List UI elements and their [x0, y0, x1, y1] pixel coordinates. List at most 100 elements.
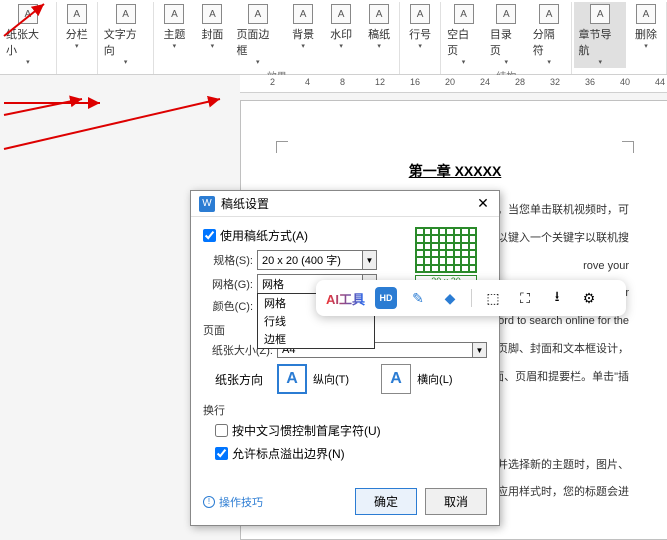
ruler-number: 4 — [305, 77, 310, 87]
ribbon-icon: A — [539, 4, 559, 24]
ruler-number: 36 — [585, 77, 595, 87]
use-gaozhi-label: 使用稿纸方式(A) — [220, 227, 308, 244]
ribbon-封面[interactable]: A封面▾ — [194, 2, 230, 52]
ribbon-label: 空白页 — [447, 26, 480, 58]
chevron-down-icon: ▾ — [462, 58, 466, 66]
ribbon-空白页[interactable]: A空白页▾ — [443, 2, 484, 68]
ribbon-章节导航[interactable]: A章节导航▾ — [574, 2, 626, 68]
ribbon-行号[interactable]: A行号▾ — [402, 2, 438, 52]
chevron-down-icon[interactable]: ▼ — [362, 251, 376, 269]
ribbon-icon: A — [496, 4, 516, 24]
portrait-label: 纵向(T) — [313, 371, 349, 387]
ribbon-icon: A — [369, 4, 389, 24]
ribbon-稿纸[interactable]: A 稿纸▾ — [361, 2, 397, 52]
orientation-portrait[interactable]: A — [277, 364, 307, 394]
chevron-down-icon: ▾ — [547, 58, 551, 66]
ribbon-icon: A — [293, 4, 313, 24]
ribbon-label: 章节导航 — [578, 26, 622, 58]
cancel-button[interactable]: 取消 — [425, 488, 487, 515]
eraser-icon[interactable]: ◆ — [439, 287, 461, 309]
tips-link[interactable]: ! 操作技巧 — [203, 494, 347, 510]
ruler-number: 24 — [480, 77, 490, 87]
ribbon-label: 水印 — [330, 26, 352, 42]
chevron-down-icon: ▾ — [377, 42, 381, 50]
overflow-checkbox[interactable] — [215, 447, 228, 460]
close-button[interactable]: ✕ — [475, 196, 491, 212]
cjk-wrap-label: 按中文习惯控制首尾字符(U) — [232, 422, 381, 439]
ribbon-icon: A — [636, 4, 656, 24]
ribbon-水印[interactable]: A水印▾ — [323, 2, 359, 52]
ruler-number: 32 — [550, 77, 560, 87]
ok-button[interactable]: 确定 — [355, 488, 417, 515]
ribbon-背景[interactable]: A背景▾ — [285, 2, 321, 52]
chevron-down-icon: ▾ — [124, 58, 128, 66]
ribbon-icon: A — [454, 4, 474, 24]
chevron-down-icon: ▾ — [644, 42, 648, 50]
word-app-icon: W — [199, 196, 215, 212]
ruler-number: 8 — [340, 77, 345, 87]
info-icon: ! — [203, 496, 215, 508]
ribbon-label: 稿纸 — [368, 26, 390, 42]
chapter-heading: 第一章 XXXXX — [281, 161, 629, 181]
ribbon-分栏[interactable]: A 分栏▾ — [59, 2, 95, 52]
horizontal-ruler: 248121620242832364044 — [240, 75, 667, 93]
grid-option[interactable]: 边框 — [258, 330, 374, 348]
ribbon-icon: A — [164, 4, 184, 24]
color-label: 颜色(C): — [203, 298, 253, 314]
wrap-section-header: 换行 — [203, 402, 487, 418]
ribbon-icon: A — [202, 4, 222, 24]
ribbon-label: 主题 — [163, 26, 185, 42]
chevron-down-icon: ▾ — [75, 42, 79, 50]
cjk-wrap-checkbox[interactable] — [215, 424, 228, 437]
chevron-down-icon: ▾ — [173, 42, 177, 50]
ruler-number: 2 — [270, 77, 275, 87]
dialog-title: 稿纸设置 — [221, 195, 475, 212]
chevron-down-icon: ▾ — [26, 58, 30, 66]
ribbon-icon: A — [116, 4, 136, 24]
chevron-down-icon: ▾ — [256, 58, 260, 66]
ribbon-页面边框[interactable]: A页面边框▾ — [232, 2, 283, 68]
ribbon-删除[interactable]: A 删除▾ — [628, 2, 664, 52]
hd-icon[interactable]: HD — [375, 287, 397, 309]
ribbon-label: 文字方向 — [104, 26, 148, 58]
use-gaozhi-checkbox[interactable] — [203, 229, 216, 242]
crop-icon[interactable]: ⛶ — [514, 287, 536, 309]
ribbon-分隔符[interactable]: A分隔符▾ — [529, 2, 570, 68]
spec-label: 规格(S): — [203, 252, 253, 268]
ribbon-主题[interactable]: A 主题▾ — [156, 2, 192, 52]
annotation-arrow — [0, 0, 60, 43]
chevron-down-icon: ▾ — [301, 42, 305, 50]
chevron-down-icon: ▾ — [418, 42, 422, 50]
gaozhi-settings-dialog: W 稿纸设置 ✕ 使用稿纸方式(A) 规格(S): 20 x 20 (400 字… — [190, 190, 500, 526]
ribbon-label: 封面 — [201, 26, 223, 42]
ruler-number: 12 — [375, 77, 385, 87]
grid-label: 网格(G): — [203, 276, 253, 292]
ruler-number: 16 — [410, 77, 420, 87]
select-icon[interactable]: ⬚ — [482, 287, 504, 309]
chevron-down-icon[interactable]: ▼ — [472, 343, 486, 357]
ruler-number: 20 — [445, 77, 455, 87]
overflow-label: 允许标点溢出边界(N) — [232, 445, 345, 462]
ribbon-icon: A — [248, 4, 268, 24]
download-icon[interactable]: ⭳ — [546, 287, 568, 309]
ribbon-文字方向[interactable]: A文字方向▾ — [100, 2, 152, 68]
annotation-arrow — [0, 93, 90, 122]
ribbon-目录页[interactable]: A目录页▾ — [486, 2, 527, 68]
landscape-label: 横向(L) — [417, 371, 452, 387]
ribbon-icon: A — [590, 4, 610, 24]
dialog-titlebar: W 稿纸设置 ✕ — [191, 191, 499, 217]
ribbon-label: 分栏 — [66, 26, 88, 42]
settings-icon[interactable]: ⚙ — [578, 287, 600, 309]
ribbon-label: 页面边框 — [236, 26, 279, 58]
ribbon-label: 目录页 — [490, 26, 523, 58]
ribbon: A纸张大小▾A分栏▾A文字方向▾A主题▾A封面▾A页面边框▾A背景▾A水印▾A稿… — [0, 0, 667, 75]
spec-combobox[interactable]: 20 x 20 (400 字) ▼ — [257, 250, 377, 270]
pen-icon[interactable]: ✎ — [407, 287, 429, 309]
ribbon-label: 删除 — [635, 26, 657, 42]
ribbon-icon: A — [67, 4, 87, 24]
floating-toolbar: AI工具 HD ✎ ◆ ⬚ ⛶ ⭳ ⚙ — [316, 280, 626, 316]
chevron-down-icon: ▾ — [505, 58, 509, 66]
orientation-landscape[interactable]: A — [381, 364, 411, 394]
ai-tools-button[interactable]: AI工具 — [326, 289, 365, 308]
ribbon-icon: A — [410, 4, 430, 24]
